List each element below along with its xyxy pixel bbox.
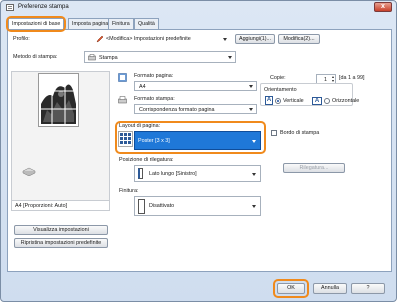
binding-button[interactable]: Rilegatura... [283,163,345,173]
tab-finishing[interactable]: Finitura [108,18,134,29]
binding-location-label: Posizione di rilegatura: [119,157,174,163]
spinner-arrows-icon[interactable]: ▴ ▾ [332,75,334,83]
binding-location-value: Lato lungo [Sinistro] [149,171,197,177]
copies-range: [da 1 a 99] [339,75,365,81]
output-tray-icon [22,167,36,176]
page-size-label: Formato pagina: [134,73,174,79]
output-size-label: Formato stampa: [134,96,175,102]
add-profile-button[interactable]: Aggiungi(1)... [235,34,275,44]
portrait-icon: A [265,96,273,105]
page-border-checkbox[interactable] [271,130,277,136]
binding-location-select[interactable]: Lato lungo [Sinistro] [134,165,261,182]
orientation-label: Orientamento [264,87,297,93]
window-title: Preferenze stampa [18,4,69,10]
page-size-value: A4 [139,84,146,90]
page-layout-highlight [115,121,266,154]
chevron-down-icon [252,173,256,176]
copies-label: Copie: [270,75,286,81]
chevron-down-icon [249,85,253,88]
page-size-select[interactable]: A4 [134,81,257,91]
pencil-icon [96,35,104,43]
preview-footer: A4 [Proporzioni: Auto] [11,200,110,211]
finishing-page-icon [138,199,145,214]
chevron-down-icon [228,56,232,59]
restore-defaults-button[interactable]: Ripristina impostazioni predefinite [14,238,108,248]
landscape-radio[interactable] [324,98,330,104]
output-size-select[interactable]: Corrispondenza formato pagina [134,104,257,114]
printer-icon [88,54,96,61]
profile-label: Profilo: [13,36,30,42]
preview-paper-info: A4 [Proporzioni: Auto] [15,203,68,209]
help-button[interactable]: ? [351,283,385,294]
chevron-down-icon [252,205,256,208]
profile-value[interactable]: <Modifica> Impostazioni predefinite [106,36,191,42]
close-button[interactable]: x [374,2,392,12]
tab-page-setup[interactable]: Imposta pagina [68,18,113,29]
tab-quality[interactable]: Qualità [134,18,159,29]
page-border-label: Bordo di stampa [280,130,320,136]
edit-profile-button[interactable]: Modifica(2)... [278,34,320,44]
finishing-label: Finitura: [119,188,139,194]
binding-edge-icon [138,168,143,179]
output-size-value: Corrispondenza formato pagina [139,107,215,113]
profile-dropdown-arrow-icon[interactable] [223,38,227,41]
print-preferences-window: Preferenze stampa x Impostazioni di base… [0,0,397,302]
ok-button-highlight [273,279,309,298]
output-method-select[interactable]: Stampa [84,51,236,63]
tab-content-panel: Profilo: <Modifica> Impostazioni predefi… [7,29,392,272]
page-size-icon [118,73,127,82]
poster-preview-image [38,73,79,127]
title-bar: Preferenze stampa x [1,1,396,14]
output-size-printer-icon [118,96,127,104]
cancel-button[interactable]: Annulla [313,283,347,294]
output-method-value: Stampa [99,55,118,61]
portrait-radio[interactable] [275,98,281,104]
view-settings-button[interactable]: Visualizza impostazioni [14,225,108,235]
landscape-label: Orizzontale [332,98,360,104]
finishing-value: Disattivato [149,203,175,209]
portrait-label: Verticale [283,98,304,104]
finishing-select[interactable]: Disattivato [134,196,261,216]
landscape-icon: A [312,97,322,105]
printer-settings-icon [6,4,14,11]
chevron-down-icon [249,108,253,111]
output-method-label: Metodo di stampa: [13,54,58,60]
basic-settings-tab-highlight [6,16,66,32]
